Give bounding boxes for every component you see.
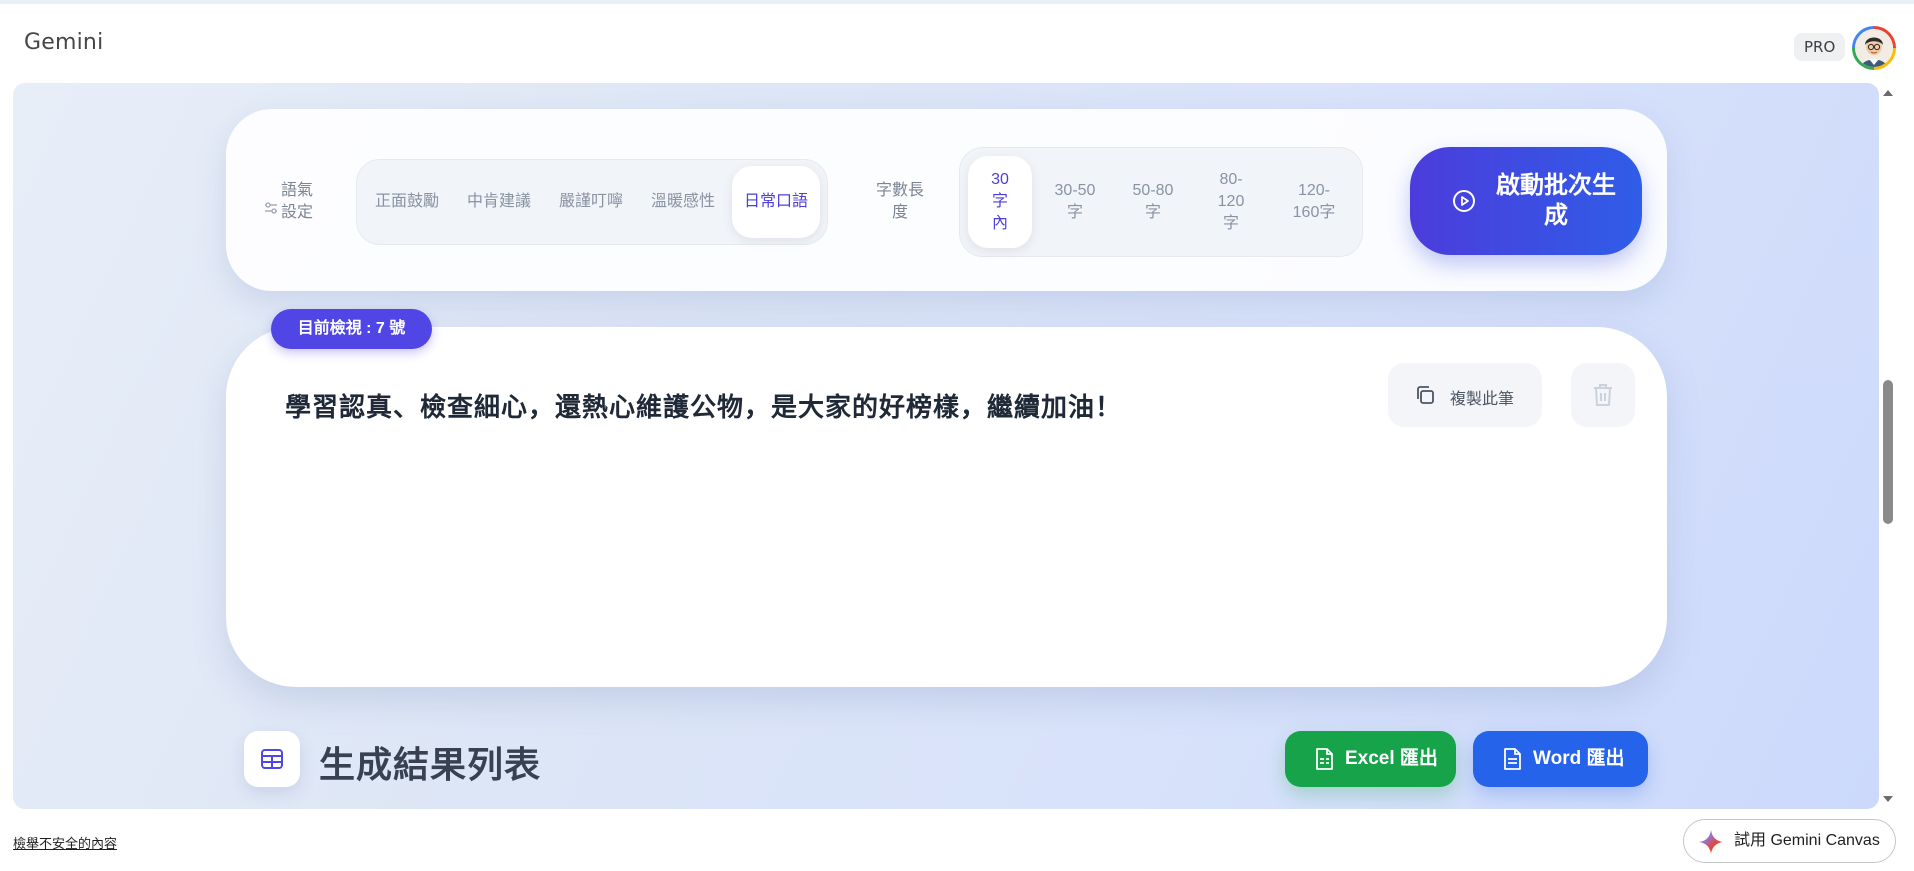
scroll-up-arrow-icon[interactable] xyxy=(1881,86,1895,100)
current-view-badge: 目前檢視 : 7 號 xyxy=(271,309,432,349)
app-title[interactable]: Gemini xyxy=(24,30,103,55)
tone-option-constructive[interactable]: 中肯建議 xyxy=(455,166,543,238)
length-option-50-80[interactable]: 50-80字 xyxy=(1116,156,1190,248)
tone-option-group: 正面鼓勵 中肯建議 嚴謹叮嚀 溫暖感性 日常口語 xyxy=(356,159,828,245)
start-batch-button[interactable]: 啟動批次生成 xyxy=(1410,147,1642,255)
try-gemini-canvas-button[interactable]: 試用 Gemini Canvas xyxy=(1683,819,1896,863)
length-option-120-160[interactable]: 120-160字 xyxy=(1272,156,1356,248)
table-icon xyxy=(261,749,283,769)
word-export-button[interactable]: Word 匯出 xyxy=(1473,731,1648,787)
excel-export-button[interactable]: Excel 匯出 xyxy=(1285,731,1456,787)
report-unsafe-content-link[interactable]: 檢舉不安全的內容 xyxy=(13,833,117,852)
trash-icon xyxy=(1594,384,1612,406)
word-export-label: Word 匯出 xyxy=(1533,748,1625,769)
app-header: Gemini PRO xyxy=(0,4,1914,84)
results-list-title: 生成結果列表 xyxy=(319,745,542,786)
tone-option-positive[interactable]: 正面鼓勵 xyxy=(363,166,451,238)
length-option-80-120[interactable]: 80-120字 xyxy=(1194,156,1268,248)
gemini-spark-icon xyxy=(1699,830,1723,854)
tone-settings-label: 語氣設定 xyxy=(280,182,313,221)
copy-entry-button[interactable]: 複製此筆 xyxy=(1388,363,1542,427)
app-canvas: 語氣設定 正面鼓勵 中肯建議 嚴謹叮嚀 溫暖感性 日常口語 字數長度 30字內 … xyxy=(13,83,1879,809)
settings-card: 語氣設定 正面鼓勵 中肯建議 嚴謹叮嚀 溫暖感性 日常口語 字數長度 30字內 … xyxy=(226,109,1667,291)
avatar-image xyxy=(1855,29,1893,67)
copy-entry-label: 複製此筆 xyxy=(1450,391,1515,408)
excel-export-label: Excel 匯出 xyxy=(1345,748,1438,769)
tone-option-strict[interactable]: 嚴謹叮嚀 xyxy=(547,166,635,238)
start-batch-label: 啟動批次生成 xyxy=(1496,172,1616,229)
length-option-30[interactable]: 30字內 xyxy=(968,156,1032,248)
avatar[interactable] xyxy=(1852,26,1896,70)
length-option-group: 30字內 30-50字 50-80字 80-120字 120-160字 xyxy=(959,147,1363,257)
sliders-icon xyxy=(265,202,277,214)
length-settings-label: 字數長度 xyxy=(875,182,924,221)
delete-entry-button[interactable] xyxy=(1571,363,1635,427)
document-icon xyxy=(1504,748,1521,770)
tone-option-warm[interactable]: 溫暖感性 xyxy=(639,166,727,238)
scrollbar-thumb[interactable] xyxy=(1883,380,1893,524)
try-gemini-canvas-label: 試用 Gemini Canvas xyxy=(1734,832,1880,849)
play-circle-icon xyxy=(1453,190,1475,212)
scroll-down-arrow-icon[interactable] xyxy=(1881,792,1895,806)
result-card: 學習認真、檢查細心，還熱心維護公物，是大家的好榜樣，繼續加油！ 複製此筆 xyxy=(226,327,1667,687)
tone-option-casual[interactable]: 日常口語 xyxy=(732,166,820,238)
result-text: 學習認真、檢查細心，還熱心維護公物，是大家的好榜樣，繼續加油！ xyxy=(285,393,1123,423)
pro-badge[interactable]: PRO xyxy=(1794,33,1846,61)
copy-icon xyxy=(1417,386,1434,404)
length-option-30-50[interactable]: 30-50字 xyxy=(1038,156,1112,248)
results-table-icon-box xyxy=(244,731,300,787)
document-icon xyxy=(1316,748,1333,770)
